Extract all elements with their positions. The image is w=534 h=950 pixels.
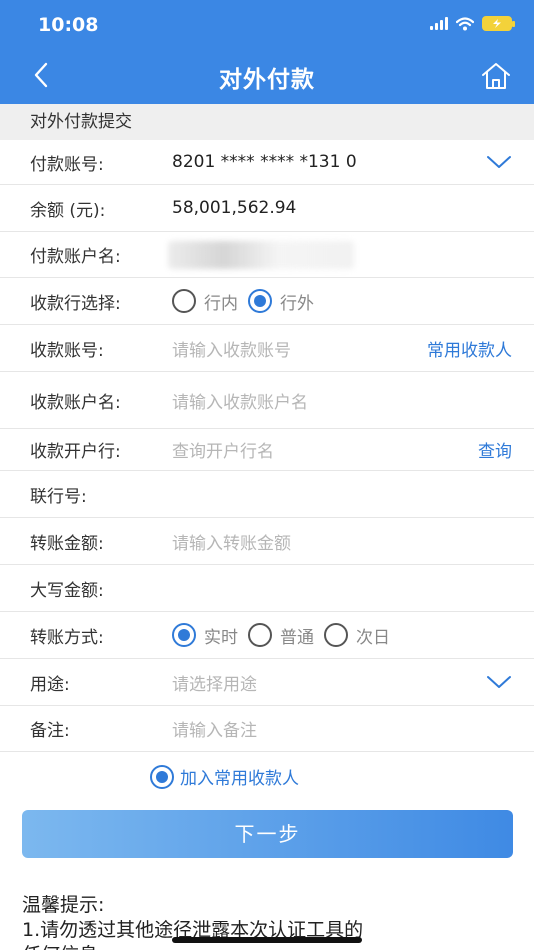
radio-circle: [172, 289, 196, 313]
add-frequent-payee-checkbox[interactable]: 加入常用收款人: [150, 764, 299, 789]
bank-choice-radio-group: 行内 行外: [172, 289, 324, 314]
bank-choice-row: 收款行选择: 行内 行外: [0, 278, 534, 325]
radio-next-day[interactable]: 次日: [324, 623, 390, 648]
page-title: 对外付款: [219, 67, 315, 93]
payee-bank-input[interactable]: 查询开户行名: [172, 437, 274, 462]
purpose-select[interactable]: 请选择用途: [172, 670, 257, 695]
check-circle-icon: [150, 764, 174, 789]
radio-label: 实时: [204, 627, 238, 648]
amount-upper-label: 大写金额:: [30, 580, 104, 601]
radio-in-bank[interactable]: 行内: [172, 289, 238, 314]
frequent-payee-link[interactable]: 常用收款人: [427, 336, 512, 361]
top-bar: 10:08 对外付款: [0, 0, 534, 104]
amount-row: 转账金额: 请输入转账金额: [0, 518, 534, 565]
radio-circle: [248, 623, 272, 647]
next-step-button[interactable]: 下一步: [22, 810, 513, 858]
status-time: 10:08: [38, 14, 99, 36]
chevron-down-icon[interactable]: [486, 675, 512, 689]
payee-name-label: 收款账户名:: [30, 392, 121, 413]
radio-out-bank[interactable]: 行外: [248, 289, 314, 314]
wifi-icon: [456, 16, 474, 30]
bank-code-label: 联行号:: [30, 486, 87, 507]
balance-label: 余额 (元):: [30, 200, 106, 221]
home-indicator[interactable]: [172, 937, 362, 943]
radio-circle: [172, 623, 196, 647]
balance-row: 余额 (元): 58,001,562.94: [0, 185, 534, 232]
radio-realtime[interactable]: 实时: [172, 623, 238, 648]
transfer-mode-row: 转账方式: 实时 普通 次日: [0, 612, 534, 659]
payer-account-label: 付款账号:: [30, 154, 104, 175]
radio-label: 普通: [280, 627, 314, 648]
payer-account-row[interactable]: 付款账号: 8201 **** **** *131 0: [0, 140, 534, 185]
query-bank-button[interactable]: 查询: [478, 437, 512, 462]
radio-circle: [324, 623, 348, 647]
payer-name-label: 付款账户名:: [30, 247, 121, 267]
bank-code-row: 联行号:: [0, 471, 534, 518]
payee-name-input[interactable]: 请输入收款账户名: [172, 388, 308, 413]
payee-name-row: 收款账户名: 请输入收款账户名: [0, 372, 534, 429]
payer-account-value: 8201 **** **** *131 0: [172, 152, 357, 172]
payee-bank-row: 收款开户行: 查询开户行名 查询: [0, 429, 534, 471]
payee-account-row: 收款账号: 请输入收款账号 常用收款人: [0, 325, 534, 372]
remark-input[interactable]: 请输入备注: [172, 716, 257, 741]
transfer-mode-label: 转账方式:: [30, 627, 104, 648]
signal-icon: [430, 17, 448, 30]
battery-icon: [482, 16, 515, 31]
radio-label: 行内: [204, 293, 238, 314]
payer-name-redacted: [168, 240, 354, 269]
purpose-label: 用途:: [30, 674, 70, 695]
transfer-mode-radio-group: 实时 普通 次日: [172, 623, 400, 648]
payer-name-row: 付款账户名:: [0, 232, 534, 278]
tips-line-2: 任何信息;: [22, 940, 104, 950]
amount-label: 转账金额:: [30, 533, 104, 554]
chevron-down-icon[interactable]: [486, 155, 512, 169]
home-icon: [482, 63, 510, 89]
amount-input[interactable]: 请输入转账金额: [172, 529, 291, 554]
radio-label: 行外: [280, 293, 314, 314]
home-button[interactable]: [480, 60, 512, 92]
remark-label: 备注:: [30, 721, 70, 741]
radio-label: 次日: [356, 627, 390, 648]
section-title: 对外付款提交: [0, 104, 534, 140]
bank-choice-label: 收款行选择:: [30, 293, 121, 314]
add-frequent-payee-label: 加入常用收款人: [180, 769, 299, 789]
payee-account-input[interactable]: 请输入收款账号: [172, 336, 291, 361]
amount-upper-row: 大写金额:: [0, 565, 534, 612]
remark-row: 备注: 请输入备注: [0, 706, 534, 752]
balance-value: 58,001,562.94: [172, 198, 297, 218]
status-icons: [430, 16, 515, 31]
radio-circle: [248, 289, 272, 313]
payee-account-label: 收款账号:: [30, 340, 104, 361]
payee-bank-label: 收款开户行:: [30, 442, 121, 462]
radio-normal[interactable]: 普通: [248, 623, 314, 648]
purpose-row[interactable]: 用途: 请选择用途: [0, 659, 534, 706]
tips-title: 温馨提示:: [22, 894, 105, 916]
